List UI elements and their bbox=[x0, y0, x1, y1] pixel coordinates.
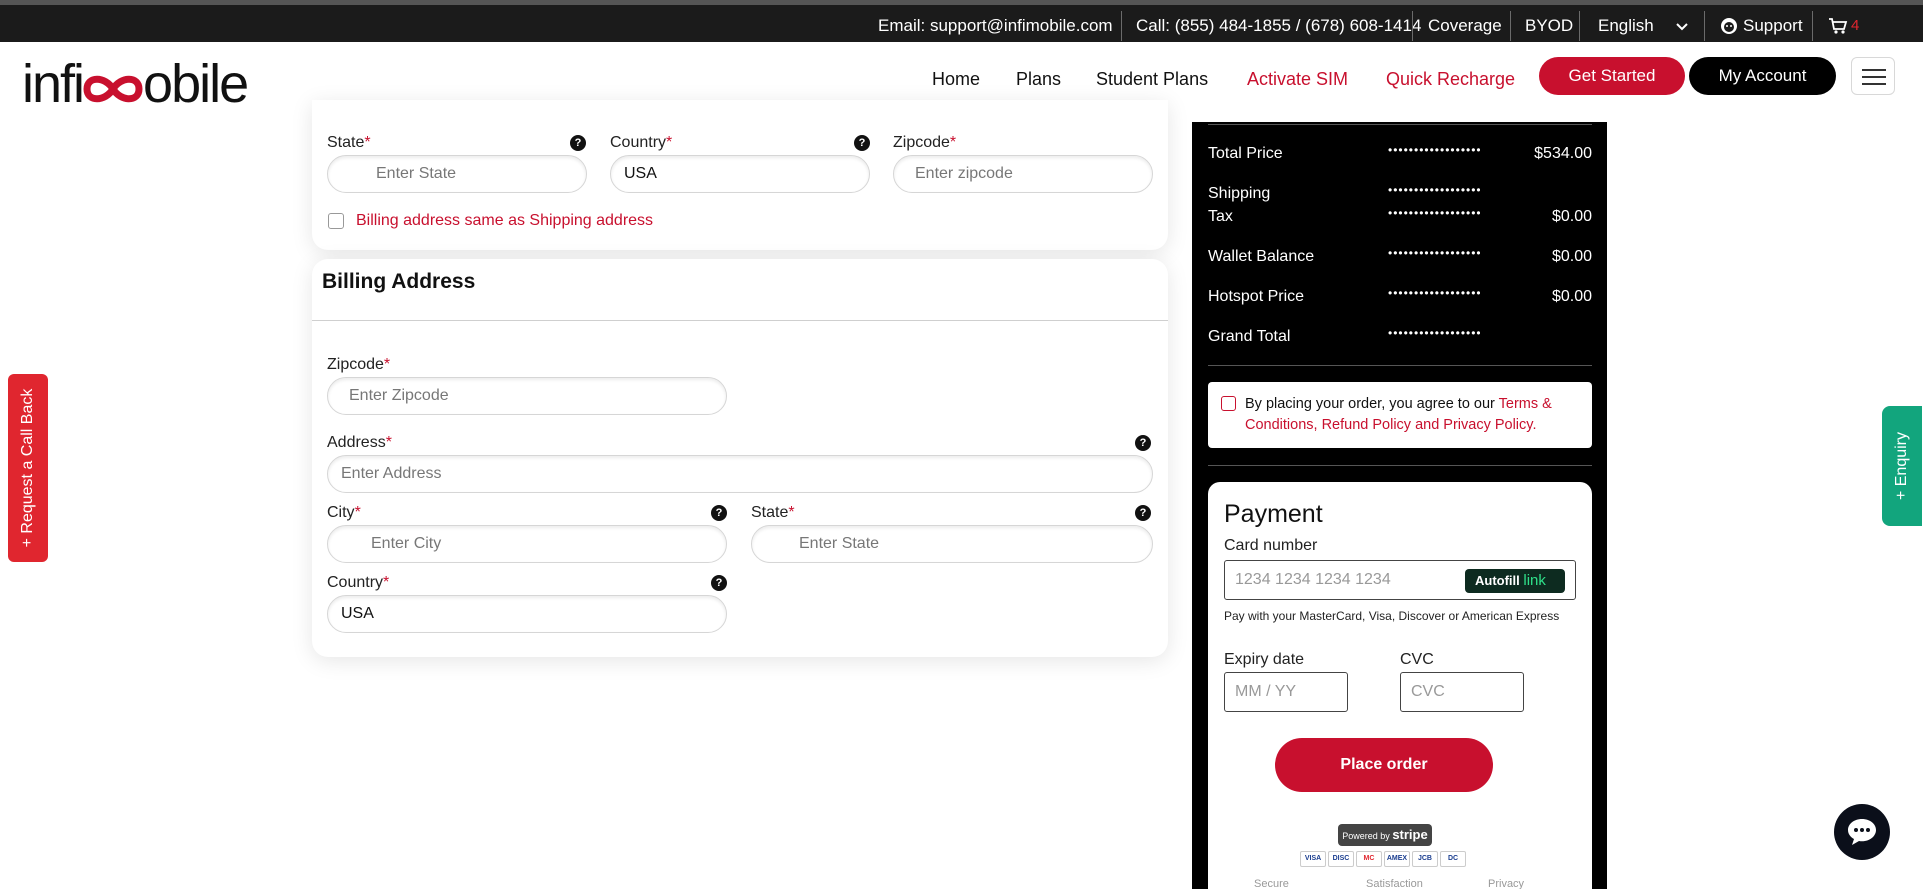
shipping-zipcode-label: Zipcode* bbox=[893, 134, 957, 151]
cart-icon bbox=[1829, 18, 1848, 34]
terms-text: By placing your order, you agree to our bbox=[1245, 396, 1499, 412]
discover-icon: DISC bbox=[1328, 851, 1354, 867]
visa-icon: VISA bbox=[1300, 851, 1326, 867]
support-agent-icon bbox=[1721, 18, 1737, 34]
language-label: English bbox=[1598, 16, 1654, 35]
payment-title: Payment bbox=[1224, 500, 1323, 528]
byod-link[interactable]: BYOD bbox=[1525, 10, 1573, 42]
shipping-zipcode-input[interactable]: Enter zipcode bbox=[893, 155, 1153, 193]
support-email-link[interactable]: Email: support@infimobile.com bbox=[878, 10, 1113, 42]
menu-button[interactable] bbox=[1851, 57, 1895, 95]
autofill-link-button[interactable]: Autofill link bbox=[1465, 569, 1565, 593]
summary-row-wallet-balance: Wallet Balance••••••••••••••••••••$0.00 bbox=[1208, 246, 1592, 265]
divider bbox=[1510, 11, 1511, 41]
billing-address-input[interactable]: Enter Address bbox=[327, 455, 1153, 493]
chevron-down-icon bbox=[1676, 23, 1688, 31]
enquiry-tab[interactable]: + Enquiry bbox=[1882, 406, 1922, 526]
card-brands: VISA DISC MC AMEX JCB DC bbox=[1300, 851, 1468, 869]
nav-plans[interactable]: Plans bbox=[1016, 66, 1061, 92]
billing-country-label: Country* bbox=[327, 574, 390, 591]
request-call-back-tab[interactable]: + Request a Call Back bbox=[8, 374, 48, 562]
help-icon[interactable]: ? bbox=[711, 505, 727, 521]
shipping-state-label: State* bbox=[327, 134, 371, 151]
divider bbox=[1412, 11, 1413, 41]
help-icon[interactable]: ? bbox=[1135, 505, 1151, 521]
coverage-link[interactable]: Coverage bbox=[1428, 10, 1502, 42]
billing-city-input[interactable]: Enter City bbox=[327, 525, 727, 563]
powered-by-stripe-badge: Powered by stripe bbox=[1338, 824, 1432, 846]
summary-row-total-price: Total Price••••••••••••••••••••$534.00 bbox=[1208, 143, 1592, 162]
chat-bubble-icon bbox=[1848, 819, 1876, 845]
shipping-country-label: Country* bbox=[610, 134, 673, 151]
billing-address-title: Billing Address bbox=[322, 270, 476, 293]
support-label: Support bbox=[1743, 16, 1803, 35]
terms-agreement: By placing your order, you agree to our … bbox=[1208, 382, 1592, 448]
help-icon[interactable]: ? bbox=[1135, 435, 1151, 451]
divider bbox=[1579, 11, 1580, 41]
expiry-input[interactable]: MM / YY bbox=[1224, 672, 1348, 712]
shipping-country-input[interactable]: USA bbox=[610, 155, 870, 193]
billing-state-input[interactable]: Enter State bbox=[751, 525, 1153, 563]
logo-text-right: obile bbox=[143, 54, 249, 114]
divider bbox=[1812, 11, 1813, 41]
cart-count-badge: 4 bbox=[1851, 17, 1860, 34]
billing-zipcode-label: Zipcode* bbox=[327, 356, 391, 373]
place-order-button[interactable]: Place order bbox=[1275, 738, 1493, 792]
jcb-icon: JCB bbox=[1412, 851, 1438, 867]
my-account-button[interactable]: My Account bbox=[1689, 57, 1836, 95]
billing-zipcode-input[interactable]: Enter Zipcode bbox=[327, 377, 727, 415]
divider bbox=[1121, 11, 1122, 41]
card-number-placeholder: 1234 1234 1234 1234 bbox=[1235, 571, 1391, 588]
billing-city-label: City* bbox=[327, 504, 361, 521]
summary-row-hotspot-price: Hotspot Price••••••••••••••••••••$0.00 bbox=[1208, 286, 1592, 305]
divider bbox=[312, 320, 1168, 321]
shipping-state-input[interactable]: Enter State bbox=[327, 155, 587, 193]
diners-club-icon: DC bbox=[1440, 851, 1466, 867]
billing-address-label: Address* bbox=[327, 434, 392, 451]
billing-address-card: Billing Address Zipcode* Enter Zipcode A… bbox=[312, 259, 1168, 657]
order-summary-panel: Total Price••••••••••••••••••••$534.00 S… bbox=[1192, 122, 1607, 889]
phone-link[interactable]: Call: (855) 484-1855 / (678) 608-1414 bbox=[1136, 10, 1421, 42]
cvc-label: CVC bbox=[1400, 651, 1434, 668]
infinity-logo-icon bbox=[83, 75, 143, 103]
help-icon[interactable]: ? bbox=[570, 135, 586, 151]
divider bbox=[1208, 365, 1592, 366]
divider bbox=[1208, 465, 1592, 466]
help-icon[interactable]: ? bbox=[854, 135, 870, 151]
divider bbox=[1208, 124, 1592, 125]
trust-secure: Secure bbox=[1254, 878, 1289, 889]
language-select[interactable]: English bbox=[1598, 10, 1688, 42]
nav-student-plans[interactable]: Student Plans bbox=[1096, 66, 1208, 92]
get-started-button[interactable]: Get Started bbox=[1539, 57, 1685, 95]
nav-activate-sim[interactable]: Activate SIM bbox=[1247, 66, 1348, 92]
summary-row-grand-total: Grand Total•••••••••••••••••••• bbox=[1208, 326, 1480, 345]
chat-widget-button[interactable] bbox=[1834, 804, 1890, 860]
nav-quick-recharge[interactable]: Quick Recharge bbox=[1386, 66, 1515, 92]
mastercard-icon: MC bbox=[1356, 851, 1382, 867]
hamburger-icon bbox=[1862, 69, 1886, 71]
cvc-input[interactable]: CVC bbox=[1400, 672, 1524, 712]
payment-card: Payment Card number 1234 1234 1234 1234 … bbox=[1208, 482, 1592, 889]
summary-row-tax: Tax••••••••••••••••••••$0.00 bbox=[1208, 206, 1592, 225]
help-icon[interactable]: ? bbox=[711, 575, 727, 591]
amex-icon: AMEX bbox=[1384, 851, 1410, 867]
nav-home[interactable]: Home bbox=[932, 66, 980, 92]
billing-country-input[interactable]: USA bbox=[327, 595, 727, 633]
shipping-address-card: State* ? Enter State Country* ? USA Zipc… bbox=[312, 100, 1168, 250]
billing-same-label[interactable]: Billing address same as Shipping address bbox=[356, 212, 653, 230]
top-bar: Email: support@infimobile.com Call: (855… bbox=[0, 0, 1923, 42]
trust-privacy: Privacy bbox=[1488, 878, 1525, 889]
infimobile-logo[interactable]: infi obile bbox=[22, 54, 249, 114]
divider bbox=[1704, 11, 1705, 41]
terms-checkbox[interactable] bbox=[1221, 396, 1236, 411]
card-number-input[interactable]: 1234 1234 1234 1234 Autofill link bbox=[1224, 560, 1576, 600]
card-number-label: Card number bbox=[1224, 537, 1318, 554]
trust-satisfaction: Satisfaction bbox=[1366, 878, 1423, 889]
expiry-label: Expiry date bbox=[1224, 651, 1305, 668]
billing-state-label: State* bbox=[751, 504, 795, 521]
billing-same-checkbox[interactable] bbox=[328, 213, 344, 229]
card-hint: Pay with your MasterCard, Visa, Discover… bbox=[1224, 609, 1560, 623]
logo-text-left: infi bbox=[22, 54, 85, 114]
